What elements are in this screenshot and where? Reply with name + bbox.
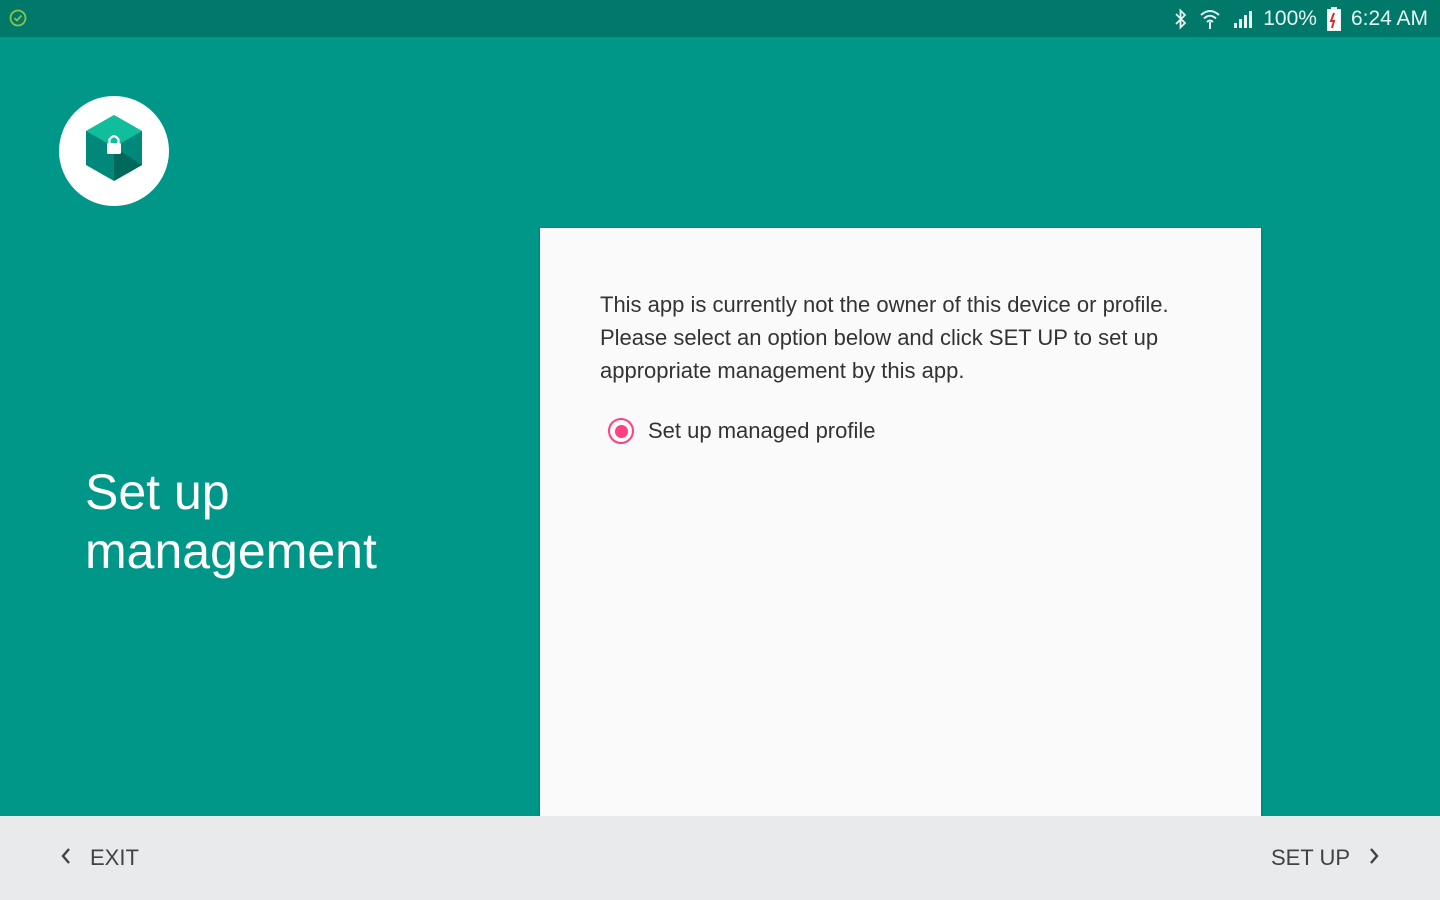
chevron-left-icon — [60, 845, 72, 871]
chevron-right-icon — [1368, 845, 1380, 871]
battery-percent: 100% — [1263, 6, 1317, 30]
setup-message: This app is currently not the owner of t… — [600, 292, 1169, 383]
wifi-icon — [1199, 8, 1221, 30]
bluetooth-icon — [1173, 7, 1189, 30]
check-circle-icon — [9, 9, 27, 27]
setup-card: This app is currently not the owner of t… — [540, 228, 1261, 816]
radio-dot — [614, 424, 628, 438]
status-bar: 100% 6:24 AM — [0, 0, 1440, 37]
exit-button[interactable]: EXIT — [60, 816, 139, 900]
shield-lock-icon — [82, 113, 146, 190]
exit-label: EXIT — [90, 845, 139, 870]
radio-button-selected[interactable] — [608, 418, 634, 444]
option-label: Set up managed profile — [648, 418, 876, 443]
page-title: Set up management — [85, 464, 377, 579]
managed-profile-option[interactable]: Set up managed profile — [608, 418, 876, 444]
app-logo — [59, 96, 169, 206]
navigation-bar: EXIT SET UP — [0, 816, 1440, 900]
clock: 6:24 AM — [1350, 6, 1428, 30]
battery-icon — [1326, 6, 1341, 31]
status-icons: 100% 6:24 AM — [1173, 0, 1428, 37]
setup-button[interactable]: SET UP — [1271, 816, 1380, 900]
setup-label: SET UP — [1270, 845, 1350, 870]
signal-icon — [1231, 8, 1253, 30]
